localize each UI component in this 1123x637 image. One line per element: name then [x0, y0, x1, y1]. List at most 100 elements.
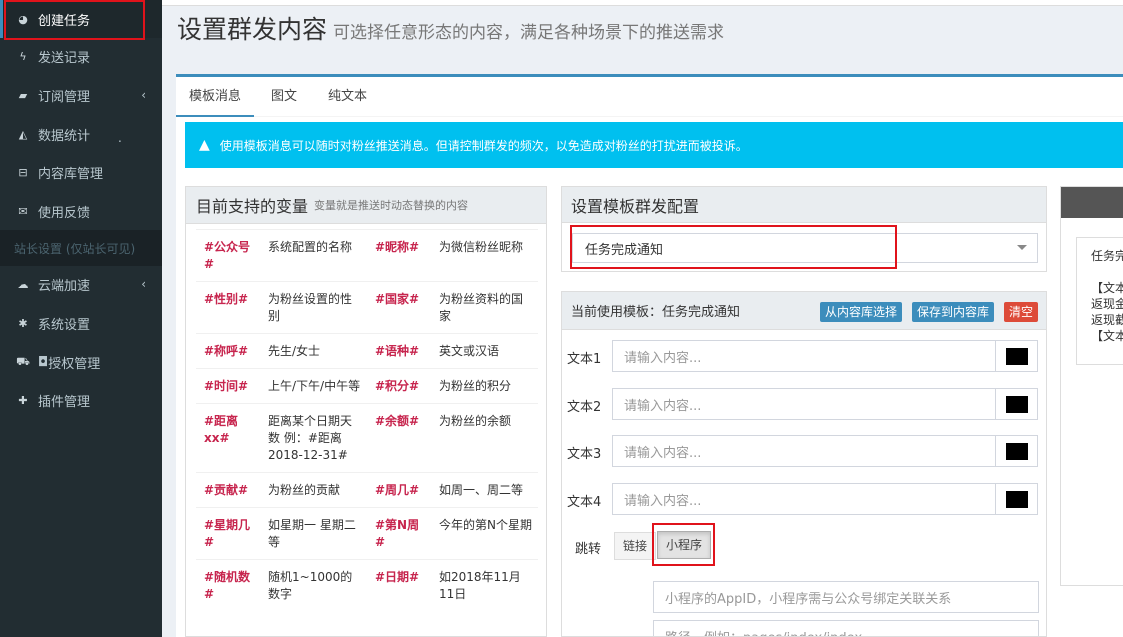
variable-row: #贡献# 为粉丝的贡献 #周几# 如周一、周二等	[196, 472, 538, 508]
variable-desc: 为微信粉丝昵称	[431, 229, 538, 282]
current-template-panel: 当前使用模板：任务完成通知 从内容库选择 保存到内容库 清空 文本1 请输入内容…	[561, 291, 1047, 637]
variables-title: 目前支持的变量	[196, 197, 309, 216]
variables-panel-header: 目前支持的变量 变量就是推送时动态替换的内容	[186, 187, 546, 224]
area-chart-icon: ◭	[18, 127, 28, 141]
sidebar-item-feedback[interactable]: ✉ 使用反馈	[0, 192, 162, 230]
preview-panel: 任务完 【文本 返现金 返现截 【文本	[1060, 186, 1123, 586]
book-icon: ▰	[18, 88, 28, 102]
variable-desc: 如星期一 星期二等	[260, 507, 367, 560]
cart-icon: ⛟	[16, 354, 30, 368]
sidebar-item-subscription[interactable]: ▰ 订阅管理 ‹	[0, 76, 162, 114]
variable-desc: 为粉丝的贡献	[260, 472, 367, 508]
tab-plain-text[interactable]: 纯文本	[315, 77, 380, 117]
clear-button[interactable]: 清空	[1004, 302, 1039, 322]
variable-row: #距离xx# 距离某个日期天数 例：#距离2018-12-31# #余额# 为粉丝的余…	[196, 403, 538, 473]
text4-color-picker[interactable]	[996, 483, 1038, 515]
variable-key: #贡献#	[196, 472, 260, 508]
bolt-icon: ϟ	[19, 49, 27, 63]
variable-key: #距离xx#	[196, 403, 260, 473]
inbox-icon: ⊟	[18, 165, 28, 179]
variable-key: #语种#	[367, 333, 431, 369]
sidebar-item-label: 云端加速	[38, 278, 91, 294]
color-swatch	[1006, 491, 1028, 508]
sidebar-item-send-log[interactable]: ϟ 发送记录	[0, 37, 162, 75]
highlight-box-create-task	[4, 0, 145, 40]
field-label: 文本2	[567, 400, 602, 415]
color-swatch	[1006, 443, 1028, 460]
variable-row: #称呼# 先生/女士 #语种# 英文或汉语	[196, 333, 538, 369]
preview-line: 【文本	[1091, 329, 1123, 343]
select-from-library-button[interactable]: 从内容库选择	[820, 302, 903, 322]
page-title-text: 设置群发内容	[177, 15, 328, 44]
variable-desc: 为粉丝设置的性别	[260, 281, 367, 334]
jump-label: 跳转	[575, 542, 602, 557]
sidebar-item-label: 数据统计	[38, 128, 91, 144]
tab-bar: 模板消息 图文 纯文本	[176, 77, 1123, 117]
variable-row: #随机数# 随机1~1000的数字 #日期# 如2018年11月11日	[196, 559, 538, 611]
variable-desc: 为粉丝的余额	[431, 403, 538, 473]
preview-card: 任务完 【文本 返现金 返现截 【文本	[1076, 237, 1123, 365]
text3-color-picker[interactable]	[996, 435, 1038, 467]
sidebar-item-plugins[interactable]: ✚ 插件管理	[0, 381, 162, 419]
variable-desc: 为粉丝资料的国家	[431, 281, 538, 334]
variable-row: #星期几# 如星期一 星期二等 #第N周# 今年的第N个星期	[196, 507, 538, 560]
variable-key: #余额#	[367, 403, 431, 473]
sidebar-item-label: 内容库管理	[38, 166, 104, 182]
preview-panel-header	[1061, 187, 1123, 218]
sidebar-item-statistics[interactable]: ◭ 数据统计 .	[0, 115, 162, 153]
field-label: 文本4	[567, 495, 602, 510]
variable-desc: 先生/女士	[260, 333, 367, 369]
variable-key: #积分#	[367, 368, 431, 404]
chevron-left-icon: ‹	[141, 88, 146, 102]
highlight-box-miniprogram	[652, 523, 715, 566]
sidebar-item-content-library[interactable]: ⊟ 内容库管理	[0, 153, 162, 191]
sidebar-item-label: 授权管理	[48, 356, 101, 372]
sidebar-item-settings[interactable]: ✱ 系统设置	[0, 304, 162, 342]
sidebar-item-cloud[interactable]: ☁ 云端加速 ‹	[0, 265, 162, 303]
sidebar: ◕ 创建任务 ϟ 发送记录 ▰ 订阅管理 ‹ ◭ 数据统计 . ⊟ 内容库管理 …	[0, 0, 162, 637]
variable-row: #时间# 上午/下午/中午等 #积分# 为粉丝的积分	[196, 368, 538, 404]
info-alert: ▲ 使用模板消息可以随时对粉丝推送消息。但请控制群发的频次，以免造成对粉丝的打扰…	[185, 122, 1123, 168]
preview-line: 返现截	[1091, 313, 1123, 327]
template-panel-header: 当前使用模板：任务完成通知 从内容库选择 保存到内容库 清空	[562, 292, 1046, 330]
field-label: 文本1	[567, 352, 602, 367]
miniprogram-appid-input[interactable]: 小程序的AppID，小程序需与公众号绑定关联关系	[653, 581, 1039, 613]
template-panel-title: 当前使用模板：任务完成通知	[571, 305, 741, 320]
variable-key: #第N周#	[367, 507, 431, 560]
text1-color-picker[interactable]	[996, 340, 1038, 372]
variable-key: #星期几#	[196, 507, 260, 560]
variable-key: #随机数#	[196, 559, 260, 611]
variable-desc: 如2018年11月11日	[431, 559, 538, 611]
sidebar-item-license[interactable]: ⛟ ◘ 授权管理	[0, 343, 162, 381]
variable-key: #国家#	[367, 281, 431, 334]
text1-input[interactable]: 请输入内容...	[612, 340, 996, 372]
variable-key: #称呼#	[196, 333, 260, 369]
sidebar-item-label: 系统设置	[38, 317, 91, 333]
envelope-icon: ✉	[18, 204, 28, 218]
variable-key: #日期#	[367, 559, 431, 611]
warning-icon: ▲	[199, 137, 210, 153]
variable-row: #公众号# 系统配置的名称 #昵称# 为微信粉丝昵称	[196, 229, 538, 282]
save-to-library-button[interactable]: 保存到内容库	[912, 302, 995, 322]
text2-color-picker[interactable]	[996, 388, 1038, 420]
tab-image-text[interactable]: 图文	[258, 77, 310, 117]
variable-row: #性别# 为粉丝设置的性别 #国家# 为粉丝资料的国家	[196, 281, 538, 334]
sidebar-item-label: 插件管理	[38, 394, 91, 410]
preview-line: 返现金	[1091, 297, 1123, 311]
miniprogram-path-input[interactable]: 路径，例如：pages/index/index	[653, 620, 1039, 636]
variable-desc: 随机1~1000的数字	[260, 559, 367, 611]
variables-table: #公众号# 系统配置的名称 #昵称# 为微信粉丝昵称 #性别# 为粉丝设置的性别 #国家# 为…	[196, 229, 538, 611]
preview-line: 任务完	[1091, 249, 1123, 263]
sidebar-section-header: 站长设置 (仅站长可见)	[0, 230, 162, 266]
bookmark-bar	[162, 0, 1123, 6]
text4-input[interactable]: 请输入内容...	[612, 483, 996, 515]
preview-line	[1091, 264, 1123, 280]
text3-input[interactable]: 请输入内容...	[612, 435, 996, 467]
text2-input[interactable]: 请输入内容...	[612, 388, 996, 420]
sidebar-item-label: 使用反馈	[38, 205, 91, 221]
tab-template-message[interactable]: 模板消息	[176, 77, 255, 117]
jump-link-option[interactable]: 链接	[614, 532, 657, 560]
color-swatch	[1006, 348, 1028, 365]
caret-down-icon	[1017, 245, 1027, 250]
variable-desc: 如周一、周二等	[431, 472, 538, 508]
